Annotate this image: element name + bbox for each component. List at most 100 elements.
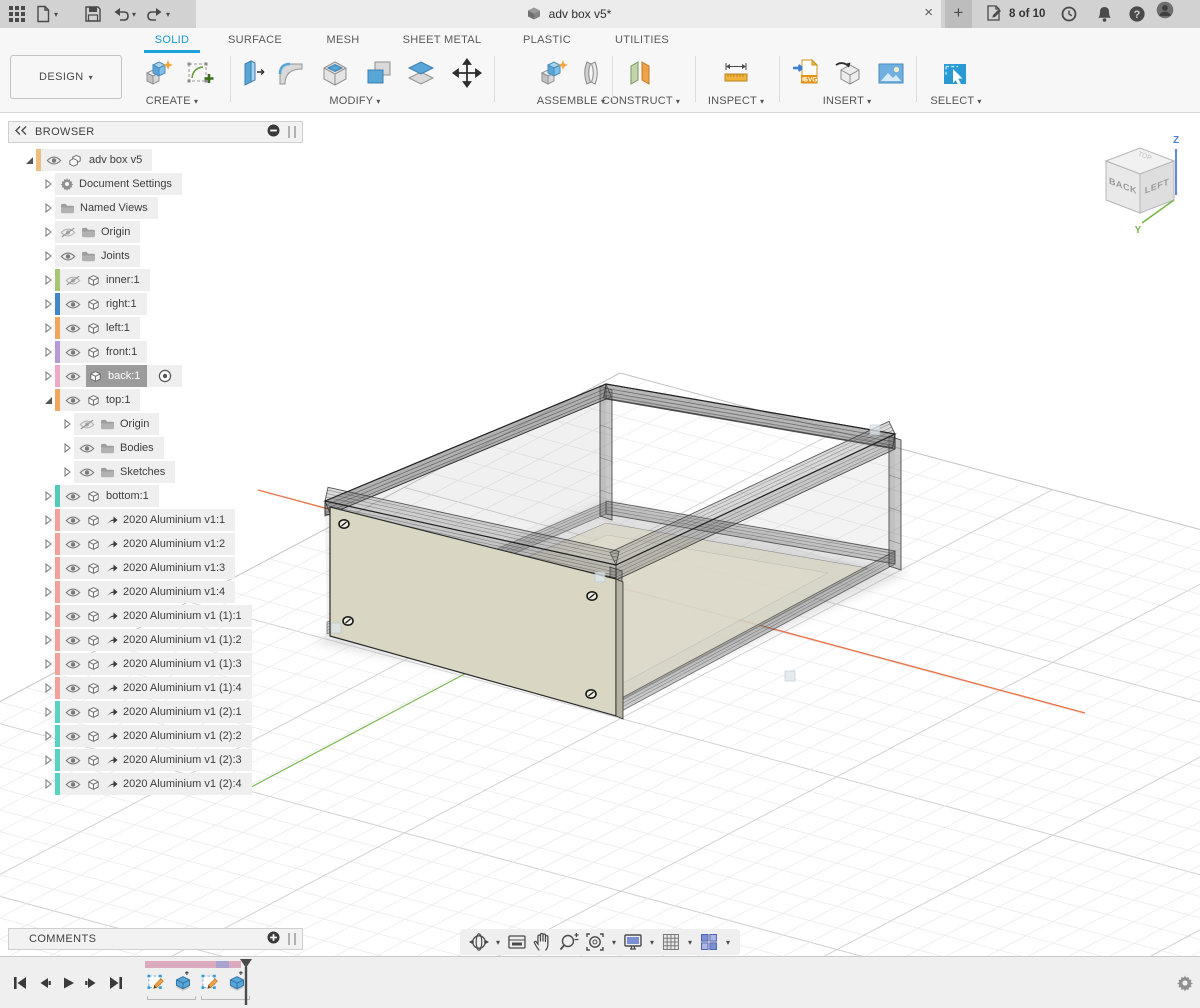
- tree-item[interactable]: 2020 Aluminium v1 (2):1: [55, 701, 252, 723]
- timeline-feature-sketch-icon[interactable]: [199, 970, 221, 992]
- tree-item-label[interactable]: Bodies: [120, 442, 154, 454]
- timeline-feature-extrude-icon[interactable]: [172, 970, 194, 992]
- visibility-eye-icon[interactable]: [65, 611, 81, 622]
- caret-collapsed-icon[interactable]: [41, 179, 55, 189]
- caret-collapsed-icon[interactable]: [41, 371, 55, 381]
- new-tab-button[interactable]: +: [945, 0, 972, 28]
- caret-collapsed-icon[interactable]: [41, 587, 55, 597]
- undo-icon[interactable]: [112, 5, 130, 23]
- chevron-down-icon[interactable]: ▾: [650, 938, 654, 947]
- caret-collapsed-icon[interactable]: [41, 539, 55, 549]
- caret-collapsed-icon[interactable]: [41, 227, 55, 237]
- tree-item-label[interactable]: left:1: [106, 322, 130, 334]
- tree-item-label[interactable]: 2020 Aluminium v1 (2):2: [123, 730, 242, 742]
- tree-item[interactable]: Bodies: [74, 437, 164, 459]
- visibility-eye-icon[interactable]: [65, 347, 81, 358]
- visibility-eye-icon[interactable]: [65, 323, 81, 334]
- ribbon-tab-plastic[interactable]: PLASTIC: [523, 34, 571, 46]
- shell-button[interactable]: [318, 56, 352, 90]
- caret-collapsed-icon[interactable]: [41, 323, 55, 333]
- tree-item[interactable]: back:1: [55, 365, 182, 387]
- collapse-panel-icon[interactable]: [15, 126, 27, 138]
- visibility-eye-icon[interactable]: [65, 395, 81, 406]
- tree-item[interactable]: Joints: [55, 245, 140, 267]
- caret-collapsed-icon[interactable]: [41, 659, 55, 669]
- tree-item[interactable]: Sketches: [74, 461, 175, 483]
- timeline-play-button[interactable]: [60, 975, 76, 991]
- group-label-assemble[interactable]: ASSEMBLE ▾: [537, 95, 605, 107]
- group-label-construct[interactable]: CONSTRUCT ▾: [602, 95, 680, 107]
- tree-item-label[interactable]: 2020 Aluminium v1 (1):4: [123, 682, 242, 694]
- tree-item-label[interactable]: Origin: [101, 226, 130, 238]
- caret-collapsed-icon[interactable]: [41, 563, 55, 573]
- tree-item[interactable]: Document Settings: [55, 173, 182, 195]
- insert-canvas-button[interactable]: [874, 56, 908, 90]
- tree-item-label[interactable]: 2020 Aluminium v1:1: [123, 514, 225, 526]
- browser-header[interactable]: BROWSER: [8, 121, 303, 143]
- zoom-icon[interactable]: [558, 931, 580, 953]
- measure-button[interactable]: [719, 56, 753, 90]
- panel-drag-handle[interactable]: [288, 933, 296, 945]
- tree-item[interactable]: 2020 Aluminium v1:2: [55, 533, 235, 555]
- combine-button[interactable]: [362, 56, 396, 90]
- tree-item-label[interactable]: inner:1: [106, 274, 140, 286]
- ribbon-tab-sheet-metal[interactable]: SHEET METAL: [403, 34, 482, 46]
- tree-item[interactable]: 2020 Aluminium v1 (1):2: [55, 629, 252, 651]
- timeline-skip-end-button[interactable]: [108, 975, 124, 991]
- caret-collapsed-icon[interactable]: [41, 731, 55, 741]
- caret-collapsed-icon[interactable]: [41, 299, 55, 309]
- tree-item-label[interactable]: bottom:1: [106, 490, 149, 502]
- caret-collapsed-icon[interactable]: [41, 683, 55, 693]
- tree-item-label[interactable]: 2020 Aluminium v1 (2):4: [123, 778, 242, 790]
- visibility-eye-icon[interactable]: [65, 779, 81, 790]
- tree-item-label[interactable]: right:1: [106, 298, 137, 310]
- tree-item[interactable]: right:1: [55, 293, 147, 315]
- tree-item[interactable]: adv box v5: [36, 149, 152, 171]
- visibility-eye-icon[interactable]: [65, 731, 81, 742]
- tree-item-label[interactable]: 2020 Aluminium v1 (1):1: [123, 610, 242, 622]
- comments-header[interactable]: COMMENTS: [8, 928, 303, 950]
- timeline-feature-sketch-icon[interactable]: [145, 970, 167, 992]
- tree-item-label[interactable]: 2020 Aluminium v1 (1):3: [123, 658, 242, 670]
- caret-collapsed-icon[interactable]: [41, 611, 55, 621]
- tree-item-label[interactable]: 2020 Aluminium v1 (2):3: [123, 754, 242, 766]
- viewports-icon[interactable]: [698, 931, 720, 953]
- ribbon-tab-surface[interactable]: SURFACE: [228, 34, 282, 46]
- timeline-settings-gear-icon[interactable]: [1176, 974, 1194, 992]
- fit-icon[interactable]: [584, 931, 606, 953]
- redo-icon[interactable]: [146, 5, 164, 23]
- file-icon[interactable]: [34, 5, 52, 23]
- visibility-eye-icon[interactable]: [46, 155, 62, 166]
- visibility-eye-icon[interactable]: [65, 635, 81, 646]
- clock-icon[interactable]: [1060, 5, 1078, 23]
- tree-item[interactable]: bottom:1: [55, 485, 159, 507]
- chevron-down-icon[interactable]: ▾: [688, 938, 692, 947]
- visibility-eye-icon[interactable]: [65, 539, 81, 550]
- tree-item[interactable]: inner:1: [55, 269, 150, 291]
- tree-item[interactable]: 2020 Aluminium v1 (1):4: [55, 677, 252, 699]
- tree-item[interactable]: Named Views: [55, 197, 158, 219]
- tree-item[interactable]: 2020 Aluminium v1:1: [55, 509, 235, 531]
- tree-item-label[interactable]: Sketches: [120, 466, 165, 478]
- tree-item-label[interactable]: back:1: [108, 370, 140, 382]
- close-tab-icon[interactable]: ×: [924, 4, 933, 21]
- visibility-eye-icon[interactable]: [65, 491, 81, 502]
- tree-item[interactable]: 2020 Aluminium v1 (2):3: [55, 749, 252, 771]
- tree-item[interactable]: 2020 Aluminium v1:4: [55, 581, 235, 603]
- timeline-playhead[interactable]: [240, 959, 252, 1008]
- tree-item[interactable]: front:1: [55, 341, 147, 363]
- visibility-eye-icon[interactable]: [65, 755, 81, 766]
- tree-item-label[interactable]: top:1: [106, 394, 130, 406]
- visibility-eye-icon[interactable]: [65, 515, 81, 526]
- tree-item-label[interactable]: 2020 Aluminium v1 (2):1: [123, 706, 242, 718]
- tree-item[interactable]: 2020 Aluminium v1:3: [55, 557, 235, 579]
- view-cube[interactable]: BACKLEFTTOPZY: [1088, 131, 1192, 243]
- tree-item-label[interactable]: 2020 Aluminium v1:4: [123, 586, 225, 598]
- caret-collapsed-icon[interactable]: [41, 275, 55, 285]
- caret-collapsed-icon[interactable]: [60, 419, 74, 429]
- select-button[interactable]: [938, 56, 972, 90]
- chevron-down-icon[interactable]: ▾: [612, 938, 616, 947]
- new-component-button[interactable]: [142, 56, 176, 90]
- group-label-insert[interactable]: INSERT ▾: [823, 95, 872, 107]
- joint-button[interactable]: [574, 56, 608, 90]
